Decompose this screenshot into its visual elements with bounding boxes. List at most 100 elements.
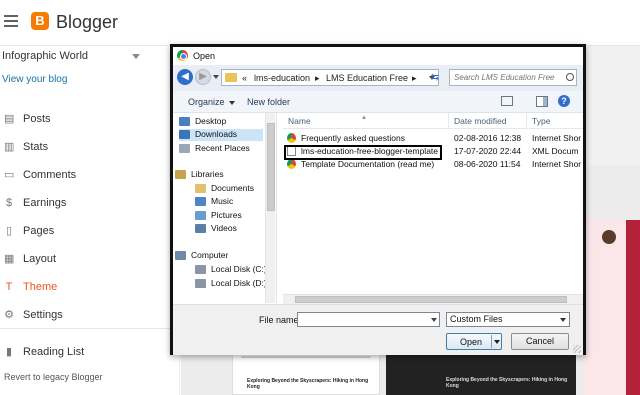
search-input[interactable] xyxy=(449,69,577,86)
downloads-icon xyxy=(179,130,190,139)
file-date: 08-06-2020 11:54 xyxy=(454,159,521,169)
column-header-row: Name ▲ Date modified Type xyxy=(283,113,583,129)
disk-icon xyxy=(195,265,206,274)
view-blog-link[interactable]: View your blog xyxy=(2,74,67,85)
nav-item-videos[interactable]: Videos xyxy=(195,223,263,235)
sidebar-item-pages[interactable]: ▯ Pages xyxy=(0,222,180,242)
nav-pane-scrollbar[interactable] xyxy=(265,113,275,303)
column-header-type[interactable]: Type xyxy=(527,113,583,129)
sidebar-item-stats[interactable]: ▥ Stats xyxy=(0,138,180,158)
file-type-filter[interactable]: Custom Files xyxy=(446,312,570,327)
sidebar-item-label: Theme xyxy=(23,281,58,293)
sidebar-item-posts[interactable]: ▤ Posts xyxy=(0,110,180,130)
nav-item-music[interactable]: Music xyxy=(195,196,263,208)
address-row: ◀ ▶ « lms-education ▸ LMS Education Free… xyxy=(173,65,583,91)
sidebar-item-label: Comments xyxy=(23,169,77,181)
resize-grip-icon[interactable] xyxy=(573,345,581,353)
file-list-hscrollbar[interactable] xyxy=(283,294,583,304)
nav-item-recent-places[interactable]: Recent Places xyxy=(179,143,263,155)
scrollbar-thumb[interactable] xyxy=(295,296,567,303)
dialog-titlebar: Open xyxy=(173,47,583,65)
nav-item-documents[interactable]: Documents xyxy=(195,183,263,195)
nav-item-computer[interactable]: Computer xyxy=(175,250,263,262)
sidebar-item-settings[interactable]: ⚙ Settings xyxy=(0,306,180,326)
file-name-label: File name: xyxy=(259,315,302,325)
nav-item-label: Documents xyxy=(211,183,254,193)
theme-thumbnail-dark[interactable]: Exploring Beyond the Skyscrapers: Hiking… xyxy=(386,350,576,395)
breadcrumb[interactable]: « lms-education ▸ LMS Education Free ▸ xyxy=(221,69,439,86)
stats-icon: ▥ xyxy=(4,141,15,153)
dialog-footer: File name: Custom Files Open Cancel xyxy=(173,304,583,355)
preview-pane-icon[interactable] xyxy=(536,96,548,107)
file-name-input[interactable] xyxy=(297,312,440,327)
nav-item-label: Music xyxy=(211,196,234,206)
file-row[interactable]: Frequently asked questions 02-08-2016 12… xyxy=(283,132,583,145)
sidebar-item-label: Layout xyxy=(23,253,57,265)
new-folder-button[interactable]: New folder xyxy=(247,97,290,107)
menu-icon[interactable] xyxy=(4,15,18,27)
theme-thumbnail-light[interactable]: Exploring Beyond the Skyscrapers: Hiking… xyxy=(232,350,380,395)
breadcrumb-overflow[interactable]: « xyxy=(242,73,247,83)
change-view-icon[interactable] xyxy=(501,96,513,106)
libraries-icon xyxy=(175,170,186,179)
chevron-down-icon[interactable] xyxy=(431,318,437,322)
pictures-icon xyxy=(195,211,206,220)
earnings-icon: $ xyxy=(5,197,13,209)
breadcrumb-separator[interactable]: ▸ xyxy=(315,73,320,84)
nav-item-local-disk-c[interactable]: Local Disk (C:) xyxy=(195,264,267,276)
pages-icon: ▯ xyxy=(5,225,13,237)
cancel-button[interactable]: Cancel xyxy=(511,333,569,350)
theme-thumbnail-pink[interactable] xyxy=(584,220,640,395)
organize-button[interactable]: Organize xyxy=(188,97,235,107)
chrome-file-icon xyxy=(287,133,296,143)
file-date: 02-08-2016 12:38 xyxy=(454,133,522,143)
sidebar-item-comments[interactable]: ▭ Comments xyxy=(0,166,180,186)
chrome-file-icon xyxy=(287,159,296,169)
open-button-label: Open xyxy=(460,337,483,347)
sidebar-item-label: Pages xyxy=(23,225,55,237)
nav-item-libraries[interactable]: Libraries xyxy=(175,169,263,181)
back-button[interactable]: ◀ xyxy=(177,69,193,85)
nav-item-label: Desktop xyxy=(195,116,227,126)
app-title: Blogger xyxy=(56,12,119,32)
comments-icon: ▭ xyxy=(4,169,15,181)
sidebar-item-reading-list[interactable]: ▮ Reading List xyxy=(0,343,180,363)
nav-item-downloads[interactable]: Downloads xyxy=(179,129,263,141)
open-file-dialog: Open ◀ ▶ « lms-education ▸ LMS Education… xyxy=(170,44,586,355)
nav-item-label: Recent Places xyxy=(195,143,250,153)
chevron-down-icon xyxy=(132,54,140,59)
nav-item-pictures[interactable]: Pictures xyxy=(195,210,263,222)
blog-selector[interactable]: Infographic World xyxy=(2,50,172,62)
column-header-name[interactable]: Name ▲ xyxy=(283,113,449,129)
sidebar-item-theme[interactable]: T Theme xyxy=(0,278,180,298)
breadcrumb-item-lms-education[interactable]: lms-education xyxy=(254,73,310,83)
avatar xyxy=(602,230,616,244)
open-button[interactable]: Open xyxy=(446,333,502,350)
recent-locations-dropdown-icon[interactable] xyxy=(213,75,219,79)
breadcrumb-item-lms-education-free[interactable]: LMS Education Free xyxy=(326,73,408,83)
highlight-annotation xyxy=(284,145,442,160)
file-name: Frequently asked questions xyxy=(301,133,405,143)
folder-icon xyxy=(225,73,237,82)
disk-icon xyxy=(195,279,206,288)
sidebar-item-label: Posts xyxy=(23,113,51,125)
forward-button[interactable]: ▶ xyxy=(195,69,211,85)
refresh-icon[interactable]: ⇆ xyxy=(428,71,442,85)
sidebar-item-earnings[interactable]: $ Earnings xyxy=(0,194,180,214)
sidebar-divider xyxy=(0,328,180,329)
organize-label: Organize xyxy=(188,97,225,107)
blog-name: Infographic World xyxy=(2,50,89,62)
sidebar-item-layout[interactable]: ▦ Layout xyxy=(0,250,180,270)
revert-legacy-link[interactable]: Revert to legacy Blogger xyxy=(4,372,103,382)
help-icon[interactable]: ? xyxy=(558,95,570,107)
scrollbar-thumb[interactable] xyxy=(267,123,275,211)
nav-item-desktop[interactable]: Desktop xyxy=(179,116,263,128)
file-list: Name ▲ Date modified Type Frequently ask… xyxy=(283,113,583,303)
breadcrumb-separator[interactable]: ▸ xyxy=(412,73,417,84)
posts-icon: ▤ xyxy=(4,113,15,125)
file-name: Template Documentation (read me) xyxy=(301,159,435,169)
nav-item-local-disk-d[interactable]: Local Disk (D:) xyxy=(195,278,267,290)
chevron-down-icon[interactable] xyxy=(494,340,500,344)
file-type: Internet Shor xyxy=(532,133,582,143)
column-header-date[interactable]: Date modified xyxy=(449,113,527,129)
